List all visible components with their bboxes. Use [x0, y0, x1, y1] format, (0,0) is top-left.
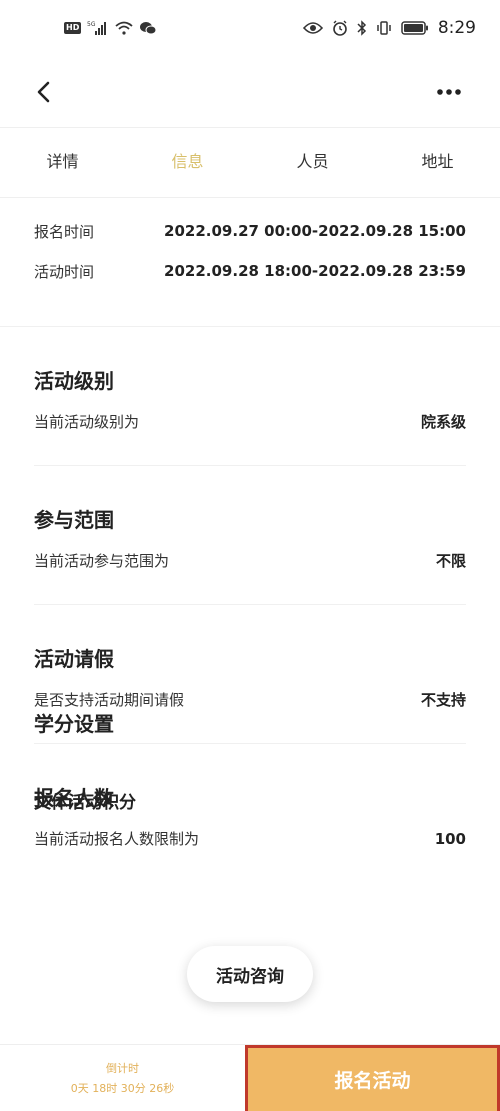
- hd-badge: HD: [64, 22, 82, 34]
- signup-time-value: 2022.09.27 00:00-2022.09.28 15:00: [164, 222, 466, 240]
- countdown: 倒计时 0天 18时 30分 26秒: [0, 1045, 245, 1111]
- section-title: 活动请假: [34, 647, 114, 671]
- capacity-label: 当前活动报名人数限制为: [34, 830, 200, 848]
- countdown-value: 0天 18时 30分 26秒: [70, 1082, 175, 1095]
- activity-time-value: 2022.09.28 18:00-2022.09.28 23:59: [164, 262, 466, 280]
- level-value: 院系级: [420, 413, 466, 431]
- bottom-bar: 倒计时 0天 18时 30分 26秒 报名活动: [0, 1044, 500, 1111]
- section-title: 参与范围: [34, 508, 114, 532]
- credits-subtitle: 文体活动积分: [34, 793, 136, 813]
- capacity-value: 100: [434, 829, 466, 848]
- vibrate-icon: [376, 20, 392, 36]
- section-capacity: 报名人数 当前活动报名人数限制为 100: [34, 744, 466, 883]
- level-label: 当前活动级别为: [34, 413, 140, 431]
- leave-label: 是否支持活动期间请假: [34, 691, 185, 709]
- eye-icon: [302, 21, 323, 35]
- battery-icon: [401, 21, 429, 35]
- back-button[interactable]: [30, 78, 58, 106]
- clock-time: 8:29: [437, 18, 476, 38]
- section-row: 当前活动报名人数限制为 100: [34, 828, 466, 849]
- scope-value: 不限: [435, 552, 466, 570]
- section-row: 当前活动参与范围为 不限: [34, 550, 466, 571]
- status-right: 8:29: [302, 18, 476, 38]
- bluetooth-icon: [357, 20, 367, 36]
- alarm-icon: [332, 20, 348, 36]
- register-button[interactable]: 报名活动: [245, 1045, 500, 1111]
- signup-time-label: 报名时间: [34, 222, 95, 241]
- status-left: HD 5G: [64, 20, 157, 36]
- status-bar: HD 5G 8:29: [0, 0, 500, 62]
- section-title: 活动级别: [34, 369, 114, 393]
- more-dots-icon: [437, 89, 461, 95]
- section-row: 当前活动级别为 院系级: [34, 411, 466, 432]
- nav-bar: [0, 62, 500, 128]
- tab-bar: 详情 信息 人员 地址: [0, 130, 500, 198]
- tab-details[interactable]: 详情: [0, 130, 125, 197]
- activity-time-row: 活动时间 2022.09.28 18:00-2022.09.28 23:59: [34, 251, 466, 291]
- time-block: 报名时间 2022.09.27 00:00-2022.09.28 15:00 活…: [0, 211, 500, 327]
- info-content: 报名时间 2022.09.27 00:00-2022.09.28 15:00 活…: [0, 198, 500, 883]
- network-label: 5G: [87, 21, 96, 28]
- tab-info[interactable]: 信息: [125, 130, 250, 197]
- tab-address[interactable]: 地址: [375, 130, 500, 197]
- wifi-icon: [115, 21, 133, 35]
- credits-title: 学分设置: [34, 712, 114, 736]
- consult-button[interactable]: 活动咨询: [187, 946, 313, 1002]
- activity-time-label: 活动时间: [34, 262, 95, 281]
- more-button[interactable]: [434, 78, 464, 106]
- wechat-icon: [139, 21, 157, 35]
- signal-5g-icon: 5G: [87, 20, 109, 36]
- screen: HD 5G 8:29 详情 信息 人员 地址 报名时间 2022.09.27 0…: [0, 0, 500, 1111]
- scope-label: 当前活动参与范围为: [34, 552, 170, 570]
- section-activity-level: 活动级别 当前活动级别为 院系级: [34, 327, 466, 466]
- tab-people[interactable]: 人员: [250, 130, 375, 197]
- chevron-left-icon: [37, 81, 50, 103]
- signup-time-row: 报名时间 2022.09.27 00:00-2022.09.28 15:00: [34, 211, 466, 251]
- leave-value: 不支持: [420, 691, 466, 709]
- countdown-label: 倒计时: [106, 1062, 139, 1075]
- section-row: 是否支持活动期间请假 不支持: [34, 689, 466, 710]
- section-participation-scope: 参与范围 当前活动参与范围为 不限: [34, 466, 466, 605]
